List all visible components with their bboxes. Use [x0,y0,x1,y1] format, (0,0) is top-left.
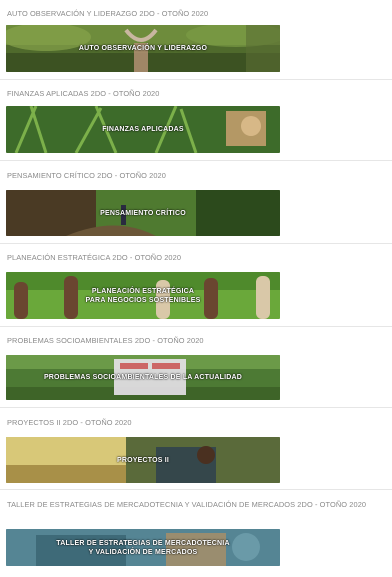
course-banner[interactable]: PROYECTOS II [6,437,280,483]
course-banner[interactable]: PLANEACIÓN ESTRATÉGICA PARA NEGOCIOS SOS… [6,272,280,319]
course-banner[interactable]: FINANZAS APLICADAS [6,106,280,153]
course-title-link[interactable]: PROBLEMAS SOCIOAMBIENTALES 2do - Otoño 2… [7,336,388,346]
course-banner-caption: FINANZAS APLICADAS [102,126,184,133]
course-banner[interactable]: AUTO OBSERVACIÓN Y LIDERAZGO [6,25,280,72]
course-banner-caption: AUTO OBSERVACIÓN Y LIDERAZGO [78,45,208,52]
course-banner-caption: PROYECTOS II [116,456,170,464]
course-title-link[interactable]: PLANEACIÓN ESTRATÉGICA 2do - Otoño 2020 [7,253,388,263]
course-banner-caption: PLANEACIÓN ESTRATÉGICA PARA NEGOCIOS SOS… [85,287,201,304]
divider [0,489,392,490]
course-title-link[interactable]: PENSAMIENTO CRÍTICO 2do - Otoño 2020 [7,171,388,181]
course-banner[interactable]: PENSAMIENTO CRÍTICO [6,190,280,236]
divider [0,79,392,80]
divider [0,326,392,327]
course-banner-caption: PROBLEMAS SOCIOAMBIENTALES DE LA ACTUALI… [43,374,243,381]
divider [0,160,392,161]
course-banner-caption: PENSAMIENTO CRÍTICO [100,209,186,217]
course-title-link[interactable]: PROYECTOS II 2do - Otoño 2020 [7,418,388,428]
course-title-link[interactable]: AUTO OBSERVACIÓN Y LIDERAZGO 2do - Otoño… [7,9,388,19]
course-banner[interactable]: TALLER DE ESTRATEGIAS DE MERCADOTECNIA Y… [6,529,280,566]
course-banner[interactable]: PROBLEMAS SOCIOAMBIENTALES DE LA ACTUALI… [6,355,280,400]
course-banner-caption: TALLER DE ESTRATEGIAS DE MERCADOTECNIA Y… [56,539,230,556]
course-title-link[interactable]: FINANZAS APLICADAS 2do - Otoño 2020 [7,89,388,99]
course-title-link[interactable]: TALLER DE ESTRATEGIAS DE MERCADOTECNIA Y… [7,500,384,510]
divider [0,407,392,408]
divider [0,243,392,244]
